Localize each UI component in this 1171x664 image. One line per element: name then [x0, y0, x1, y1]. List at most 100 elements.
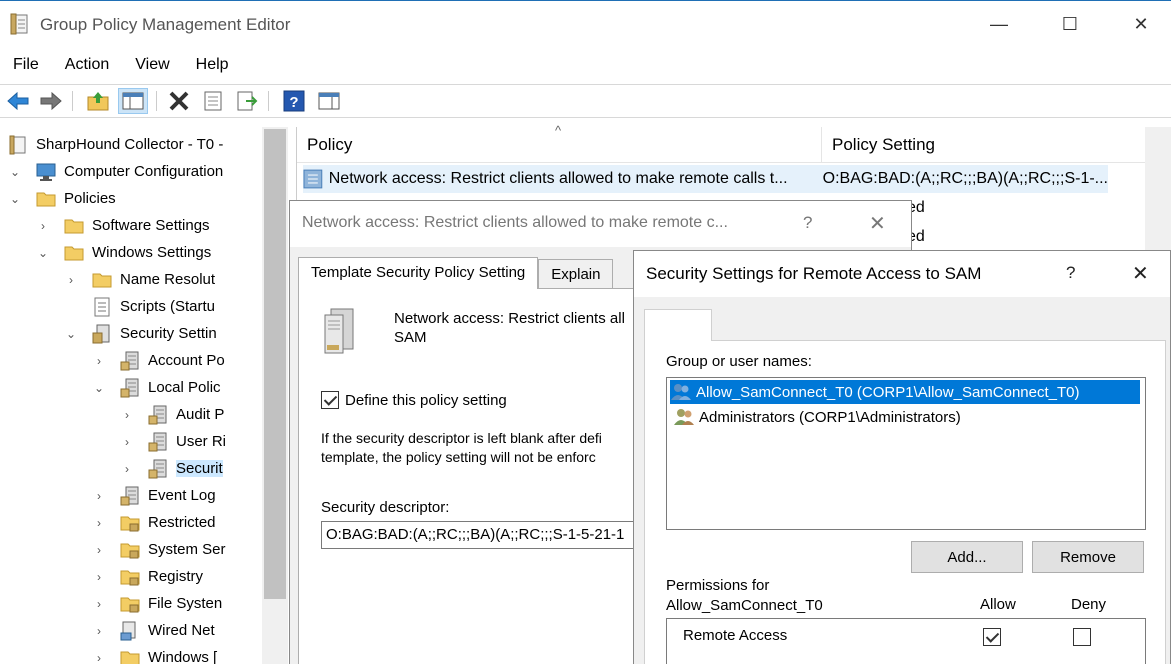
- chevron-right-icon[interactable]: ›: [92, 651, 106, 664]
- dialog-tabs: Template Security Policy Setting Explain: [298, 257, 614, 289]
- user-list[interactable]: Allow_SamConnect_T0 (CORP1\Allow_SamConn…: [666, 377, 1146, 530]
- show-action-pane-icon[interactable]: [316, 88, 342, 114]
- help-icon[interactable]: ?: [281, 88, 307, 114]
- chevron-right-icon[interactable]: ›: [92, 570, 106, 584]
- chevron-right-icon[interactable]: ›: [36, 219, 50, 233]
- dialog-close-button[interactable]: ✕: [869, 211, 886, 236]
- chevron-right-icon[interactable]: ›: [64, 273, 78, 287]
- tree-item-label: User Ri: [176, 433, 227, 450]
- deny-checkbox[interactable]: [1073, 628, 1091, 646]
- group-user-names-label: Group or user names:: [666, 353, 812, 370]
- tree-item-label: Security Settin: [120, 325, 217, 342]
- tree-item[interactable]: › Restricted: [92, 509, 216, 536]
- tree-item[interactable]: ⌄ Policies: [8, 185, 116, 212]
- tree-item[interactable]: ⌄ Security Settin: [64, 320, 217, 347]
- tree-scrollbar[interactable]: [262, 127, 288, 664]
- define-policy-checkbox[interactable]: [321, 391, 339, 409]
- column-setting-label: Policy Setting: [832, 135, 935, 154]
- menu-file[interactable]: File: [0, 53, 52, 79]
- tab-explain[interactable]: Explain: [538, 259, 614, 289]
- tree-item-label: Securit: [176, 460, 223, 477]
- permissions-list: Remote Access: [666, 618, 1146, 664]
- chevron-right-icon[interactable]: ›: [92, 516, 106, 530]
- menu-action[interactable]: Action: [52, 53, 122, 79]
- tree-item[interactable]: › Account Po: [92, 347, 225, 374]
- list-item[interactable]: Allow_SamConnect_T0 (CORP1\Allow_SamConn…: [670, 380, 1140, 404]
- show-hide-tree-icon[interactable]: [118, 88, 148, 114]
- chevron-right-icon[interactable]: ›: [120, 435, 134, 449]
- add-button[interactable]: Add...: [911, 541, 1023, 573]
- list-item[interactable]: Administrators (CORP1\Administrators): [673, 405, 961, 429]
- dialog-help-button[interactable]: ?: [803, 213, 812, 233]
- tree-item[interactable]: SharpHound Collector - T0 -: [8, 131, 223, 158]
- sort-ascending-icon: ^: [555, 123, 562, 138]
- properties-icon[interactable]: [200, 88, 226, 114]
- tab-security[interactable]: [644, 309, 712, 341]
- tree-item[interactable]: › Wired Net: [92, 617, 215, 644]
- menu-view[interactable]: View: [122, 53, 182, 79]
- permissions-label-line: Permissions for: [666, 577, 770, 594]
- tree-item[interactable]: › Event Log: [92, 482, 216, 509]
- svg-text:?: ?: [289, 94, 298, 111]
- tree-item[interactable]: › File Systen: [92, 590, 222, 617]
- tree-item-label: System Ser: [148, 541, 226, 558]
- forward-arrow-icon[interactable]: [38, 88, 64, 114]
- policy-icon: [120, 351, 140, 371]
- tree-item[interactable]: › Audit P: [120, 401, 224, 428]
- folder-icon: [64, 216, 84, 236]
- chevron-right-icon[interactable]: ›: [120, 462, 134, 476]
- security-descriptor-field[interactable]: O:BAG:BAD:(A;;RC;;;BA)(A;;RC;;;S-1-5-21-…: [321, 521, 651, 549]
- user-group-icon: [674, 409, 694, 425]
- back-arrow-icon[interactable]: [5, 88, 31, 114]
- tree-item[interactable]: › Windows [: [92, 644, 217, 664]
- maximize-button[interactable]: ☐: [1047, 9, 1093, 39]
- chevron-right-icon[interactable]: ›: [92, 489, 106, 503]
- chevron-right-icon[interactable]: ›: [92, 543, 106, 557]
- dialog-help-button[interactable]: ?: [1066, 263, 1075, 283]
- define-policy-setting[interactable]: Define this policy setting: [321, 391, 507, 409]
- tree-item-label: Computer Configuration: [64, 163, 224, 180]
- close-button[interactable]: ✕: [1118, 9, 1164, 39]
- column-policy-setting[interactable]: Policy Setting: [822, 127, 1107, 163]
- tree-item[interactable]: › Registry: [92, 563, 203, 590]
- tree-item[interactable]: › Name Resolut: [64, 266, 215, 293]
- tree-item[interactable]: › Securit: [120, 455, 223, 482]
- list-item[interactable]: Network access: Restrict clients allowed…: [303, 165, 1108, 193]
- chevron-right-icon[interactable]: ›: [92, 624, 106, 638]
- tree-item[interactable]: ⌄ Computer Configuration: [8, 158, 223, 185]
- chevron-right-icon[interactable]: ›: [120, 408, 134, 422]
- chevron-down-icon[interactable]: ⌄: [64, 327, 78, 341]
- menu-help[interactable]: Help: [183, 53, 242, 79]
- policy-setting-icon: [303, 169, 323, 189]
- dialog-close-button[interactable]: ✕: [1132, 261, 1149, 286]
- tree-item[interactable]: ⌄ Windows Settings: [36, 239, 211, 266]
- policy-icon: [148, 405, 168, 425]
- policy-icon: [148, 459, 168, 479]
- chevron-down-icon[interactable]: ⌄: [92, 381, 106, 395]
- chevron-right-icon[interactable]: ›: [92, 354, 106, 368]
- allow-checkbox[interactable]: [983, 628, 1001, 646]
- chevron-down-icon[interactable]: ⌄: [8, 165, 22, 179]
- tree-item-label: Event Log: [148, 487, 216, 504]
- tree-item-label: Account Po: [148, 352, 225, 369]
- minimize-button[interactable]: —: [976, 9, 1022, 39]
- dialog-title: Network access: Restrict clients allowed…: [302, 214, 728, 231]
- chevron-right-icon[interactable]: ›: [92, 597, 106, 611]
- tree-item[interactable]: ⌄ Local Polic: [92, 374, 221, 401]
- delete-icon[interactable]: [166, 88, 192, 114]
- chevron-down-icon[interactable]: ⌄: [36, 246, 50, 260]
- chevron-down-icon[interactable]: ⌄: [8, 192, 22, 206]
- security-settings-dialog: Security Settings for Remote Access to S…: [633, 250, 1171, 664]
- tree-item-label: File Systen: [148, 595, 223, 612]
- tab-template-security-policy-setting[interactable]: Template Security Policy Setting: [298, 257, 539, 289]
- up-folder-icon[interactable]: [85, 88, 111, 114]
- tree-item[interactable]: › System Ser: [92, 536, 226, 563]
- tree-item[interactable]: Scripts (Startu: [64, 293, 215, 320]
- tree-item-label: Restricted: [148, 514, 216, 531]
- folder-icon: [92, 270, 112, 290]
- remove-button[interactable]: Remove: [1032, 541, 1144, 573]
- tree-item[interactable]: › Software Settings: [36, 212, 210, 239]
- tree-item[interactable]: › User Ri: [120, 428, 226, 455]
- column-policy-label: Policy: [307, 135, 353, 154]
- export-list-icon[interactable]: [234, 88, 260, 114]
